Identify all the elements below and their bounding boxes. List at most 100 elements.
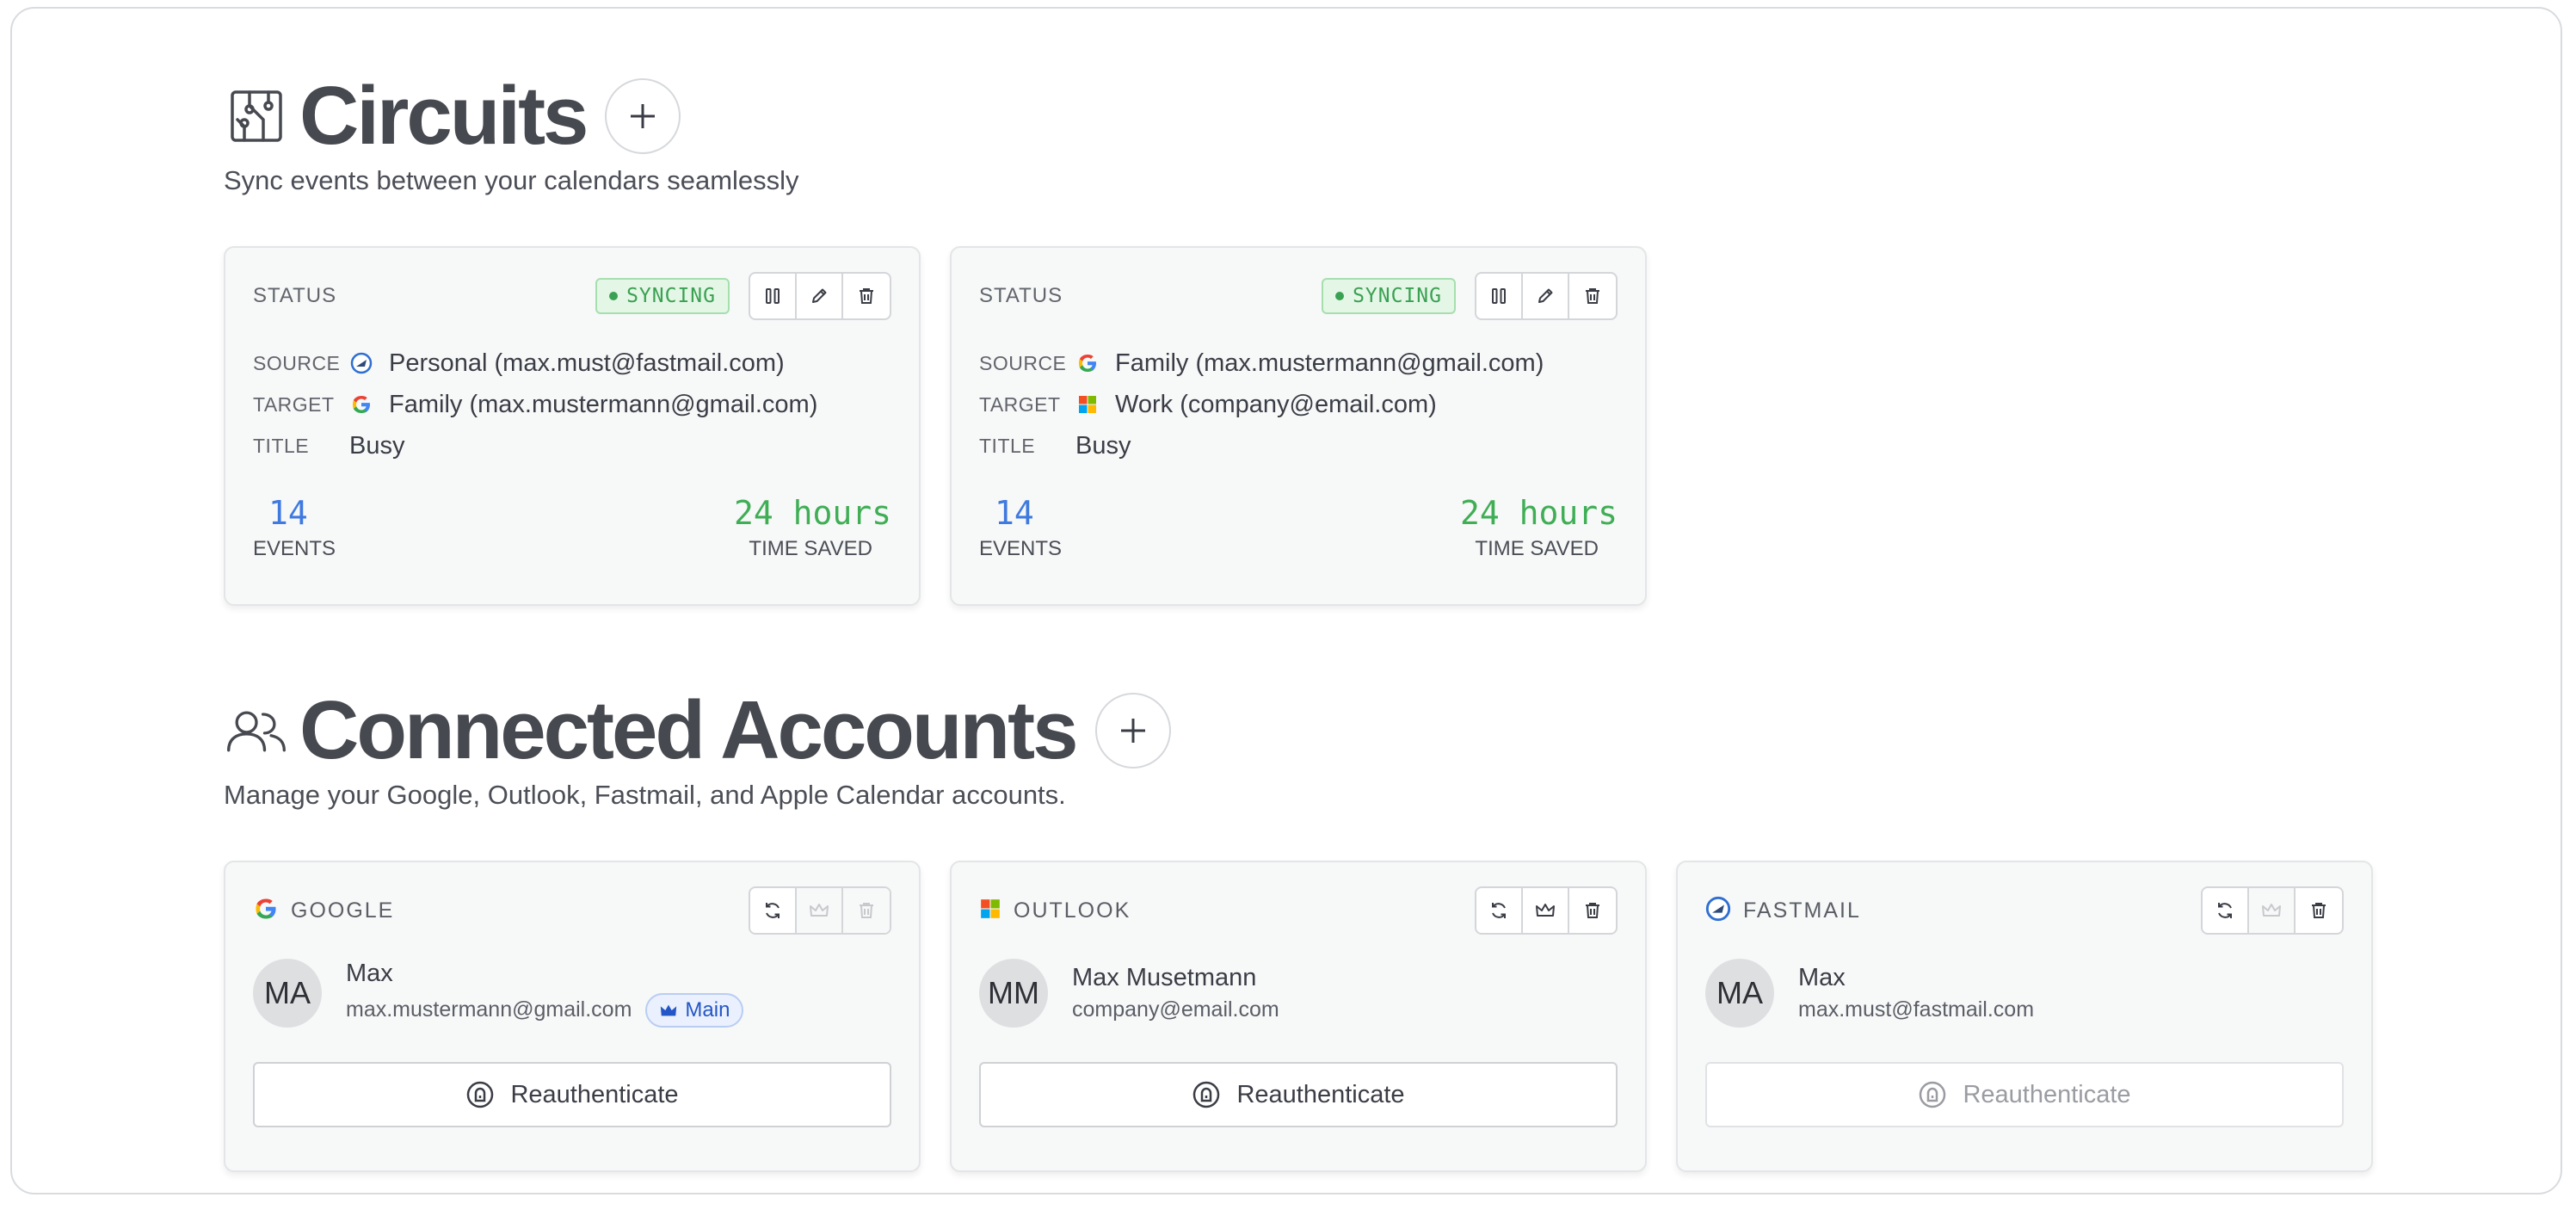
- account-email: max.must@fastmail.com: [1798, 997, 2035, 1022]
- edit-button[interactable]: [797, 274, 843, 318]
- status-label: STATUS: [979, 284, 1063, 307]
- delete-account-button[interactable]: [843, 888, 890, 933]
- reauthenticate-button[interactable]: Reauthenticate: [253, 1062, 891, 1127]
- events-count: 14: [995, 494, 1034, 532]
- target-calendar: Work (company@email.com): [1115, 390, 1437, 418]
- make-main-button[interactable]: [1523, 888, 1569, 933]
- sync-button[interactable]: [2203, 888, 2249, 933]
- account-name: Max: [1798, 964, 1846, 991]
- add-account-button[interactable]: [1094, 693, 1171, 769]
- accounts-section: Connected Accounts Manage your Google, O…: [224, 683, 2392, 1172]
- source-label: SOURCE: [253, 351, 341, 374]
- source-label: SOURCE: [979, 351, 1067, 374]
- title-value: Busy: [1075, 431, 1131, 460]
- circuit-card: STATUS SYNCING: [950, 246, 1647, 606]
- account-actions: [749, 886, 891, 935]
- trash-icon: [860, 288, 873, 304]
- make-main-button[interactable]: [797, 888, 843, 933]
- circuit-actions: [749, 272, 891, 320]
- passkey-icon: [1193, 1081, 1220, 1108]
- account-card-fastmail: FASTMAIL MA Max max.must@fastmail.com Re…: [1676, 861, 2373, 1172]
- target-label: TARGET: [253, 392, 335, 416]
- pause-icon: [1492, 288, 1506, 304]
- accounts-header: Connected Accounts: [224, 683, 2392, 778]
- circuits-title: Circuits: [299, 70, 589, 162]
- time-saved-label: TIME SAVED: [749, 537, 872, 560]
- status-label: STATUS: [253, 284, 337, 307]
- add-circuit-button[interactable]: [605, 78, 681, 154]
- provider-name: OUTLOOK: [1014, 898, 1131, 923]
- delete-account-button[interactable]: [2296, 888, 2342, 933]
- trash-icon: [860, 903, 873, 918]
- sync-button[interactable]: [1476, 888, 1523, 933]
- accounts-subtitle: Manage your Google, Outlook, Fastmail, a…: [224, 780, 1066, 810]
- pause-icon: [766, 288, 780, 304]
- events-label: EVENTS: [253, 537, 336, 560]
- trash-icon: [1586, 288, 1599, 304]
- circuit-actions: [1475, 272, 1618, 320]
- account-email: max.mustermann@gmail.com: [346, 997, 632, 1022]
- status-dot-icon: [609, 292, 619, 300]
- title-label: TITLE: [253, 434, 310, 457]
- status-badge: SYNCING: [595, 278, 730, 314]
- passkey-icon: [467, 1081, 494, 1108]
- crown-icon: [2262, 904, 2281, 917]
- account-actions: [2201, 886, 2344, 935]
- plus-icon: [631, 104, 656, 128]
- status-badge: SYNCING: [1322, 278, 1456, 314]
- account-actions: [1475, 886, 1618, 935]
- crown-icon: [1536, 904, 1555, 917]
- main-content: Circuits Sync events between your calend…: [224, 69, 2392, 1172]
- time-saved-value: 24 hours: [1459, 494, 1618, 532]
- users-icon: [224, 698, 289, 763]
- provider-name: GOOGLE: [291, 898, 395, 923]
- account-list: GOOGLE MA Max max.mustermann@gmail.com M…: [224, 861, 2392, 1172]
- passkey-icon: [1920, 1081, 1946, 1108]
- status-dot-icon: [1335, 292, 1345, 300]
- plus-icon: [1120, 719, 1145, 743]
- pencil-icon: [1538, 288, 1553, 303]
- crown-icon: [810, 904, 829, 917]
- events-label: EVENTS: [979, 537, 1063, 560]
- reauthenticate-button[interactable]: Reauthenticate: [1705, 1062, 2344, 1127]
- time-saved-value: 24 hours: [733, 494, 891, 532]
- refresh-icon: [766, 903, 780, 918]
- source-calendar: Personal (max.must@fastmail.com): [389, 349, 785, 377]
- make-main-button[interactable]: [2249, 888, 2296, 933]
- edit-button[interactable]: [1523, 274, 1569, 318]
- accounts-title: Connected Accounts: [299, 684, 1079, 776]
- refresh-icon: [2218, 903, 2232, 918]
- circuit-icon: [224, 83, 289, 149]
- delete-button[interactable]: [843, 274, 890, 318]
- target-calendar: Family (max.mustermann@gmail.com): [389, 390, 818, 418]
- source-calendar: Family (max.mustermann@gmail.com): [1115, 349, 1544, 377]
- events-count: 14: [268, 494, 308, 532]
- pencil-icon: [812, 288, 827, 303]
- avatar: MA: [253, 959, 322, 1028]
- pause-button[interactable]: [1476, 274, 1523, 318]
- target-label: TARGET: [979, 392, 1061, 416]
- circuit-list: STATUS SYNCING SOURCE Personal (max.must…: [224, 246, 2392, 606]
- fastmail-icon: [1705, 896, 1731, 926]
- fastmail-icon: [349, 351, 373, 375]
- google-icon: [1075, 351, 1100, 375]
- account-email: company@email.com: [1072, 997, 1279, 1022]
- delete-button[interactable]: [1569, 274, 1616, 318]
- microsoft-icon: [979, 898, 1001, 924]
- provider-name: FASTMAIL: [1743, 898, 1861, 923]
- account-card-google: GOOGLE MA Max max.mustermann@gmail.com M…: [224, 861, 921, 1172]
- avatar: MM: [979, 959, 1048, 1028]
- google-icon: [349, 392, 373, 417]
- app-frame: Circuits Sync events between your calend…: [10, 7, 2562, 1195]
- reauthenticate-button[interactable]: Reauthenticate: [979, 1062, 1618, 1127]
- circuits-header: Circuits: [224, 69, 2392, 164]
- delete-account-button[interactable]: [1569, 888, 1616, 933]
- account-name: Max: [346, 959, 393, 987]
- refresh-icon: [1492, 903, 1506, 918]
- avatar: MA: [1705, 959, 1774, 1028]
- sync-button[interactable]: [750, 888, 797, 933]
- crown-icon: [661, 1004, 677, 1016]
- trash-icon: [2312, 903, 2326, 918]
- pause-button[interactable]: [750, 274, 797, 318]
- google-icon: [253, 896, 279, 926]
